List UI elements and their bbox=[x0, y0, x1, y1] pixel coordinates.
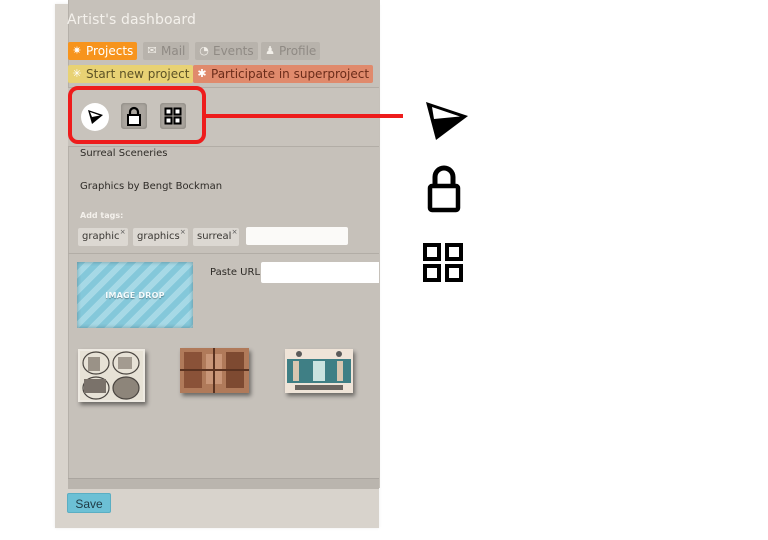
tag-chip: graphic × bbox=[78, 228, 128, 246]
tag-chip: graphics × bbox=[133, 228, 188, 246]
add-tag-input[interactable] bbox=[246, 227, 348, 245]
thumbnail-2[interactable] bbox=[180, 348, 249, 393]
thumbnail-teal-image bbox=[285, 349, 353, 393]
project-title-field[interactable]: Surreal Sceneries bbox=[80, 148, 168, 159]
save-button[interactable]: Save bbox=[67, 493, 111, 513]
project-description-field[interactable]: Graphics by Bengt Bockman bbox=[80, 181, 222, 192]
tab-mail[interactable]: ✉ Mail bbox=[143, 42, 190, 60]
sparkle-icon: ✷ bbox=[72, 44, 82, 57]
clock-icon: ◔ bbox=[199, 44, 209, 57]
callout-connector-line bbox=[206, 114, 403, 118]
image-drop-zone[interactable]: IMAGE DROP bbox=[77, 262, 193, 328]
lock-icon bbox=[427, 165, 461, 213]
grid-icon bbox=[423, 243, 463, 282]
pointer-icon bbox=[426, 102, 468, 140]
panel-bottom-bar bbox=[68, 478, 379, 489]
person-icon: ♟ bbox=[265, 44, 275, 57]
thumbnail-engraving-image bbox=[80, 351, 143, 400]
remove-tag-icon[interactable]: × bbox=[232, 223, 238, 241]
toolbar-highlight-box bbox=[68, 86, 206, 144]
remove-tag-icon[interactable]: × bbox=[120, 223, 126, 241]
divider bbox=[68, 253, 379, 254]
paste-url-label: Paste URL bbox=[210, 267, 261, 278]
thumbnail-1[interactable] bbox=[78, 349, 145, 402]
thumbnail-3[interactable] bbox=[285, 349, 353, 393]
page-title: Artist's dashboard bbox=[67, 12, 196, 28]
add-tags-label: Add tags: bbox=[80, 211, 124, 220]
paste-url-input[interactable] bbox=[261, 262, 379, 283]
tag-chip: surreal × bbox=[193, 228, 240, 246]
tab-projects[interactable]: ✷ Projects bbox=[68, 42, 138, 60]
start-new-project-button[interactable]: ✳ Start new project bbox=[68, 65, 194, 83]
remove-tag-icon[interactable]: × bbox=[180, 223, 186, 241]
asterisk-icon: ✱ bbox=[197, 67, 207, 80]
tab-events[interactable]: ◔ Events bbox=[195, 42, 258, 60]
tab-profile[interactable]: ♟ Profile bbox=[261, 42, 321, 60]
participate-superproject-button[interactable]: ✱ Participate in superproject bbox=[193, 65, 374, 83]
asterisk-icon: ✳ bbox=[72, 67, 82, 80]
envelope-icon: ✉ bbox=[147, 44, 157, 57]
thumbnail-sepia-image bbox=[180, 348, 249, 393]
